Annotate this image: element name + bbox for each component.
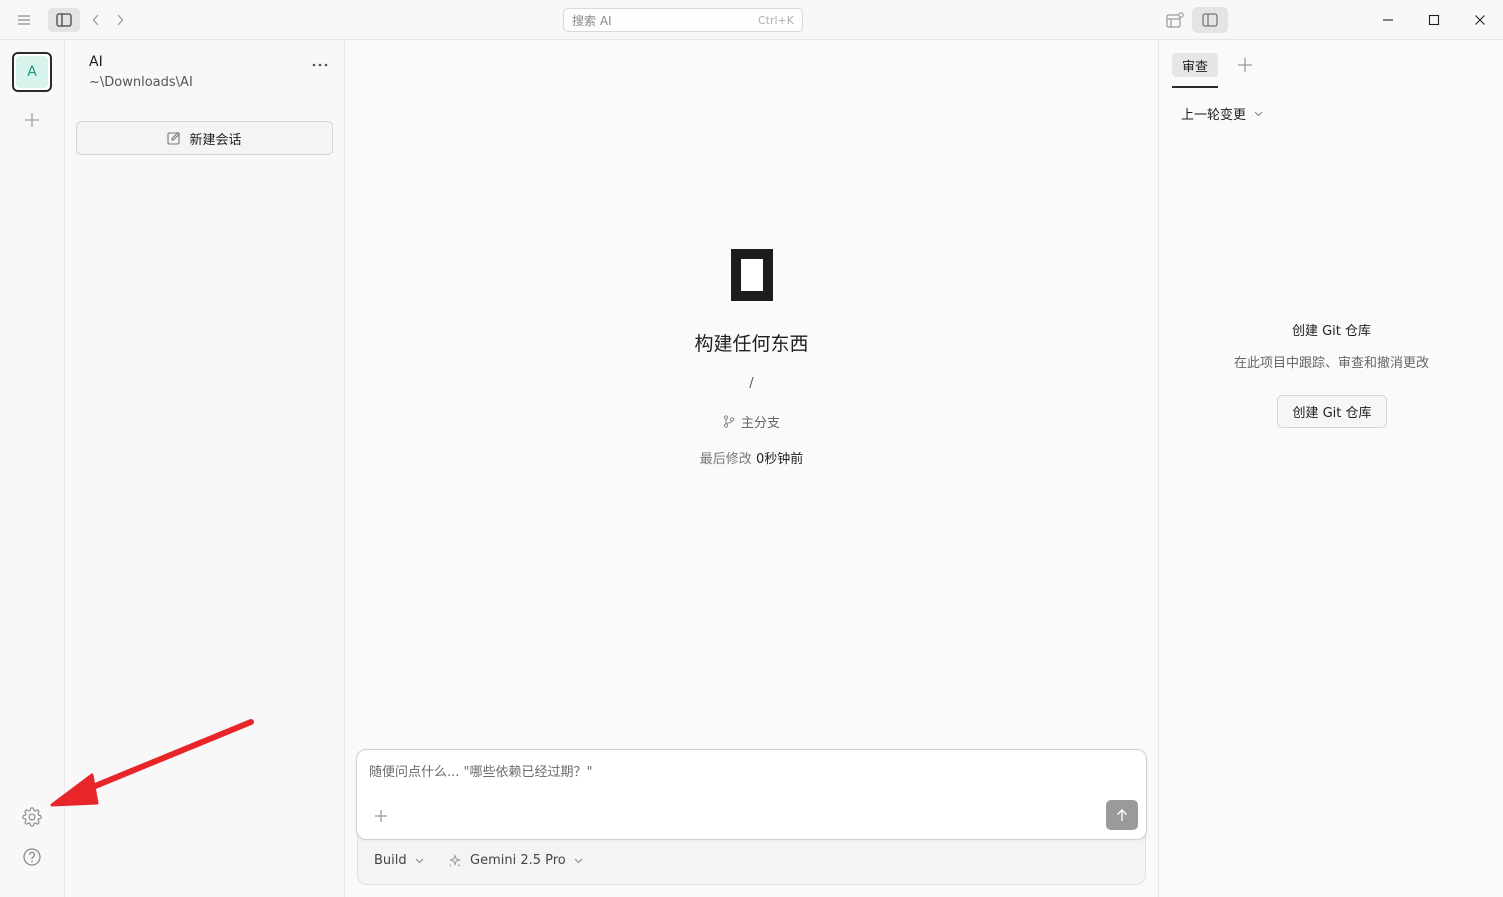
app-logo	[731, 249, 773, 301]
add-project-button[interactable]	[22, 110, 42, 130]
git-empty-title: 创建 Git 仓库	[1291, 324, 1372, 339]
model-select[interactable]: Gemini 2.5 Pro	[448, 853, 583, 868]
panel-toggle-button[interactable]	[1192, 7, 1228, 33]
tab-active-indicator	[1172, 86, 1218, 88]
create-git-repo-label: 创建 Git 仓库	[1292, 406, 1372, 421]
chevron-right-icon[interactable]	[110, 9, 130, 31]
create-git-repo-button[interactable]: 创建 Git 仓库	[1277, 395, 1387, 428]
branch-icon	[723, 415, 735, 428]
maximize-icon[interactable]	[1422, 8, 1446, 32]
minimize-icon[interactable]	[1376, 8, 1400, 32]
settings-gear-icon	[22, 807, 42, 827]
branch-name: 主分支	[740, 416, 780, 431]
chat-composer	[356, 749, 1147, 840]
last-modified-label: 最后修改	[699, 452, 752, 467]
mode-select[interactable]: Build	[374, 853, 424, 868]
changes-select-label: 上一轮变更	[1181, 108, 1247, 123]
project-sidebar: AI ~\Downloads\AI 新建会话	[65, 40, 345, 897]
project-avatar[interactable]: A	[12, 52, 52, 92]
branch-indicator: 主分支	[345, 412, 1158, 431]
search-input[interactable]: 搜索 AI Ctrl+K	[563, 8, 803, 32]
attach-button[interactable]	[371, 806, 391, 826]
changes-select[interactable]: 上一轮变更	[1181, 104, 1263, 123]
edit-icon	[167, 131, 181, 145]
tab-review[interactable]: 审查	[1172, 53, 1218, 77]
project-rail: A	[0, 40, 65, 897]
arrow-up-icon	[1117, 809, 1127, 821]
search-placeholder: 搜索 AI	[572, 13, 612, 28]
project-root-path: /	[749, 376, 754, 391]
plus-icon	[1238, 58, 1252, 72]
add-tab-button[interactable]	[1235, 55, 1255, 75]
mode-label: Build	[374, 853, 407, 868]
help-button[interactable]	[22, 847, 42, 867]
review-panel: 审查 上一轮变更 创建 Git 仓库 在此项目中跟踪、审查和撤消更改 创建 Gi…	[1158, 40, 1503, 897]
project-initial: A	[16, 56, 48, 88]
send-button[interactable]	[1106, 800, 1138, 830]
project-path: ~\Downloads\AI	[89, 75, 193, 90]
page-title: 构建任何东西	[694, 333, 809, 355]
chevron-down-icon	[574, 858, 583, 863]
title-bar: 搜索 AI Ctrl+K	[0, 0, 1503, 40]
search-shortcut: Ctrl+K	[757, 13, 794, 27]
chevron-left-icon[interactable]	[86, 9, 106, 31]
model-label: Gemini 2.5 Pro	[470, 853, 566, 868]
panel-toggle-icon	[1202, 13, 1218, 27]
sparkle-icon	[449, 853, 461, 867]
chevron-down-icon	[1254, 111, 1263, 116]
chevron-down-icon	[415, 858, 424, 863]
new-session-button[interactable]: 新建会话	[76, 121, 333, 155]
help-icon	[23, 848, 41, 866]
close-icon[interactable]	[1468, 8, 1492, 32]
sidebar-toggle-icon	[56, 13, 72, 27]
plus-icon	[375, 810, 387, 822]
last-modified: 最后修改 0秒钟前	[345, 448, 1158, 467]
new-session-label: 新建会话	[189, 132, 242, 148]
last-modified-value: 0秒钟前	[755, 452, 804, 467]
menu-icon[interactable]	[12, 9, 36, 31]
more-icon[interactable]	[309, 54, 331, 76]
chat-input[interactable]	[369, 762, 1129, 782]
project-name: AI	[89, 54, 103, 70]
sidebar-toggle-button[interactable]	[48, 8, 80, 32]
tab-review-label: 审查	[1181, 59, 1208, 75]
git-empty-description: 在此项目中跟踪、审查和撤消更改	[1233, 356, 1429, 371]
plus-icon	[25, 113, 39, 127]
main-area: 构建任何东西 / 主分支 最后修改 0秒钟前 Build Gemini 2.5 …	[345, 40, 1158, 897]
layout-icon[interactable]	[1163, 9, 1187, 31]
settings-button[interactable]	[22, 807, 42, 827]
